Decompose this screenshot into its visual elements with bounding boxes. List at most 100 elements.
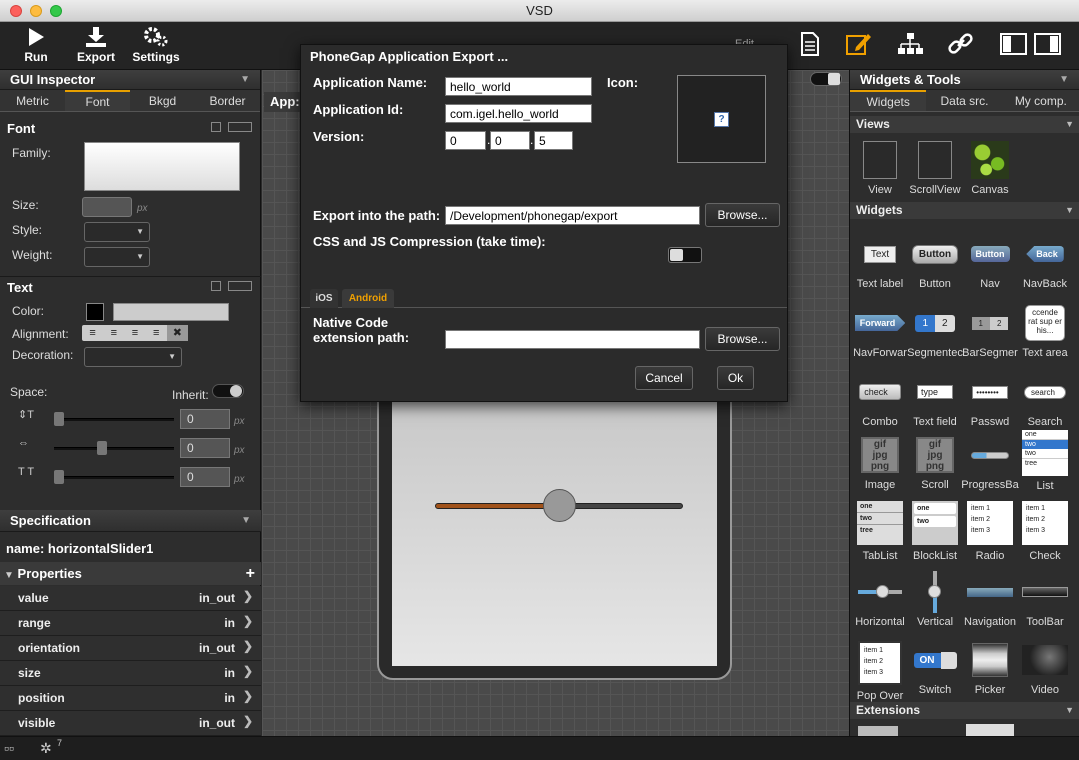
app-id-input[interactable]: com.igel.hello_world <box>445 104 592 123</box>
widget-list[interactable]: one two two tree List <box>1016 430 1074 492</box>
link-icon[interactable] <box>948 32 974 56</box>
align-left-icon[interactable]: ≡ <box>82 325 103 341</box>
widget-image[interactable]: gif jpg png Image <box>851 435 909 491</box>
collapse-icon[interactable]: ▼ <box>240 70 250 90</box>
tab-data-src[interactable]: Data src. <box>926 90 1002 111</box>
widget-passwd[interactable]: •••••••• Passwd <box>961 372 1019 428</box>
zoom-window-button[interactable] <box>50 5 62 17</box>
minimize-window-button[interactable] <box>30 5 42 17</box>
widget-scrollview[interactable]: ScrollView <box>906 140 964 196</box>
slider-knob[interactable] <box>97 441 107 455</box>
property-row[interactable]: range in ❯ <box>0 611 261 636</box>
color-swatch[interactable] <box>86 303 104 321</box>
export-button[interactable]: Export <box>76 26 116 64</box>
word-spacing-slider[interactable] <box>54 476 174 479</box>
widget-switch[interactable]: ON Switch <box>906 640 964 696</box>
widget-horizontal-slider[interactable]: Horizontal <box>851 572 909 628</box>
tab-widgets[interactable]: Widgets <box>850 90 927 111</box>
right-panel-toggle-icon[interactable] <box>1034 32 1062 56</box>
widget-search[interactable]: search Search <box>1016 372 1074 428</box>
property-row[interactable]: visible in_out ❯ <box>0 711 261 736</box>
widget-popover[interactable]: item 1 item 2 item 3 Pop Over <box>851 640 909 702</box>
tab-ios[interactable]: iOS <box>310 289 338 308</box>
collapse-icon[interactable]: ▼ <box>1059 70 1069 90</box>
widgets-section-header[interactable]: Widgets ▼ <box>850 202 1079 219</box>
close-window-button[interactable] <box>10 5 22 17</box>
inherit-toggle[interactable] <box>212 384 244 398</box>
compression-toggle[interactable] <box>668 247 702 263</box>
add-icon[interactable]: + <box>246 562 255 585</box>
tab-font[interactable]: Font <box>65 90 130 111</box>
copy-text-icon[interactable] <box>228 281 252 291</box>
extensions-section-header[interactable]: Extensions ▼ <box>850 702 1079 719</box>
weight-dropdown[interactable]: ▼ <box>84 247 150 267</box>
copy-font-icon[interactable] <box>228 122 252 132</box>
app-name-input[interactable]: hello_world <box>445 77 592 96</box>
widget-scroll[interactable]: gif jpg png Scroll <box>906 435 964 491</box>
widget-video[interactable]: Video <box>1016 640 1074 696</box>
slider-thumb[interactable] <box>543 489 576 522</box>
widget-blocklist[interactable]: one two BlockList <box>906 500 964 562</box>
run-button[interactable]: Run <box>22 26 50 64</box>
widget-toolbar[interactable]: ToolBar <box>1016 572 1074 628</box>
align-justify-icon[interactable]: ≡ <box>146 325 167 341</box>
line-height-slider[interactable] <box>54 418 174 421</box>
property-row[interactable]: orientation in_out ❯ <box>0 636 261 661</box>
hierarchy-icon[interactable] <box>897 32 923 56</box>
size-stepper[interactable] <box>82 197 132 217</box>
family-list[interactable] <box>84 142 240 191</box>
line-height-value[interactable]: 0 <box>180 409 230 429</box>
widget-navigation[interactable]: Navigation <box>961 572 1019 628</box>
app-tab[interactable]: App: <box>264 92 304 112</box>
export-path-input[interactable]: /Development/phonegap/export <box>445 206 700 225</box>
property-row[interactable]: position in ❯ <box>0 686 261 711</box>
property-row[interactable]: value in_out ❯ <box>0 586 261 611</box>
version-minor-input[interactable]: 0 <box>490 131 530 150</box>
grid-view-icon[interactable]: ▫▫ <box>4 741 14 755</box>
version-major-input[interactable]: 0 <box>445 131 486 150</box>
browse-export-button[interactable]: Browse... <box>705 203 780 227</box>
widget-combo[interactable]: check Combo <box>851 372 909 428</box>
widget-tablist[interactable]: one two tree TabList <box>851 500 909 562</box>
widget-nav[interactable]: Button Nav <box>961 234 1019 290</box>
widget-picker[interactable]: Picker <box>961 640 1019 696</box>
clear-alignment-icon[interactable]: ✖ <box>166 325 189 341</box>
property-row[interactable]: size in ❯ <box>0 661 261 686</box>
widget-textarea[interactable]: ccende rat sup er his... Text area <box>1016 303 1074 359</box>
version-patch-input[interactable]: 5 <box>534 131 573 150</box>
collapse-icon[interactable]: ▼ <box>241 510 251 532</box>
decoration-dropdown[interactable]: ▼ <box>84 347 182 367</box>
edit-icon[interactable] <box>846 32 872 56</box>
tab-bkgd[interactable]: Bkgd <box>130 90 195 111</box>
document-icon[interactable] <box>800 32 820 56</box>
left-panel-toggle-icon[interactable] <box>1000 32 1028 56</box>
tab-metric[interactable]: Metric <box>0 90 65 111</box>
native-path-input[interactable] <box>445 330 700 349</box>
views-section-header[interactable]: Views ▼ <box>850 116 1079 133</box>
browse-native-button[interactable]: Browse... <box>705 327 780 351</box>
style-dropdown[interactable]: ▼ <box>84 222 150 242</box>
properties-header[interactable]: ▼ Properties + <box>0 562 261 585</box>
clear-text-icon[interactable] <box>211 281 221 291</box>
ok-button[interactable]: Ok <box>717 366 754 390</box>
widget-progressbar[interactable]: ProgressBa <box>961 435 1019 491</box>
cancel-button[interactable]: Cancel <box>635 366 693 390</box>
widget-navforward[interactable]: Forward NavForwar <box>851 303 909 359</box>
widget-radio[interactable]: item 1 item 2 item 3 Radio <box>961 500 1019 562</box>
extension-thumbnail[interactable] <box>858 726 898 736</box>
clear-font-icon[interactable] <box>211 122 221 132</box>
word-spacing-value[interactable]: 0 <box>180 467 230 487</box>
settings-button[interactable]: Settings <box>132 26 180 64</box>
canvas-toggle[interactable] <box>810 72 842 86</box>
letter-spacing-value[interactable]: 0 <box>180 438 230 458</box>
extension-thumbnail[interactable] <box>966 724 1014 736</box>
widget-check[interactable]: item 1 item 2 item 3 Check <box>1016 500 1074 562</box>
widget-vertical-slider[interactable]: Vertical <box>906 571 964 628</box>
widget-text-label[interactable]: Text Text label <box>851 234 909 290</box>
bug-icon[interactable]: ✲ <box>40 740 52 757</box>
widget-button[interactable]: Button Button <box>906 234 964 290</box>
slider-knob[interactable] <box>54 412 64 426</box>
color-field[interactable] <box>113 303 229 321</box>
widget-view[interactable]: View <box>851 140 909 196</box>
tab-my-comp[interactable]: My comp. <box>1003 90 1079 111</box>
